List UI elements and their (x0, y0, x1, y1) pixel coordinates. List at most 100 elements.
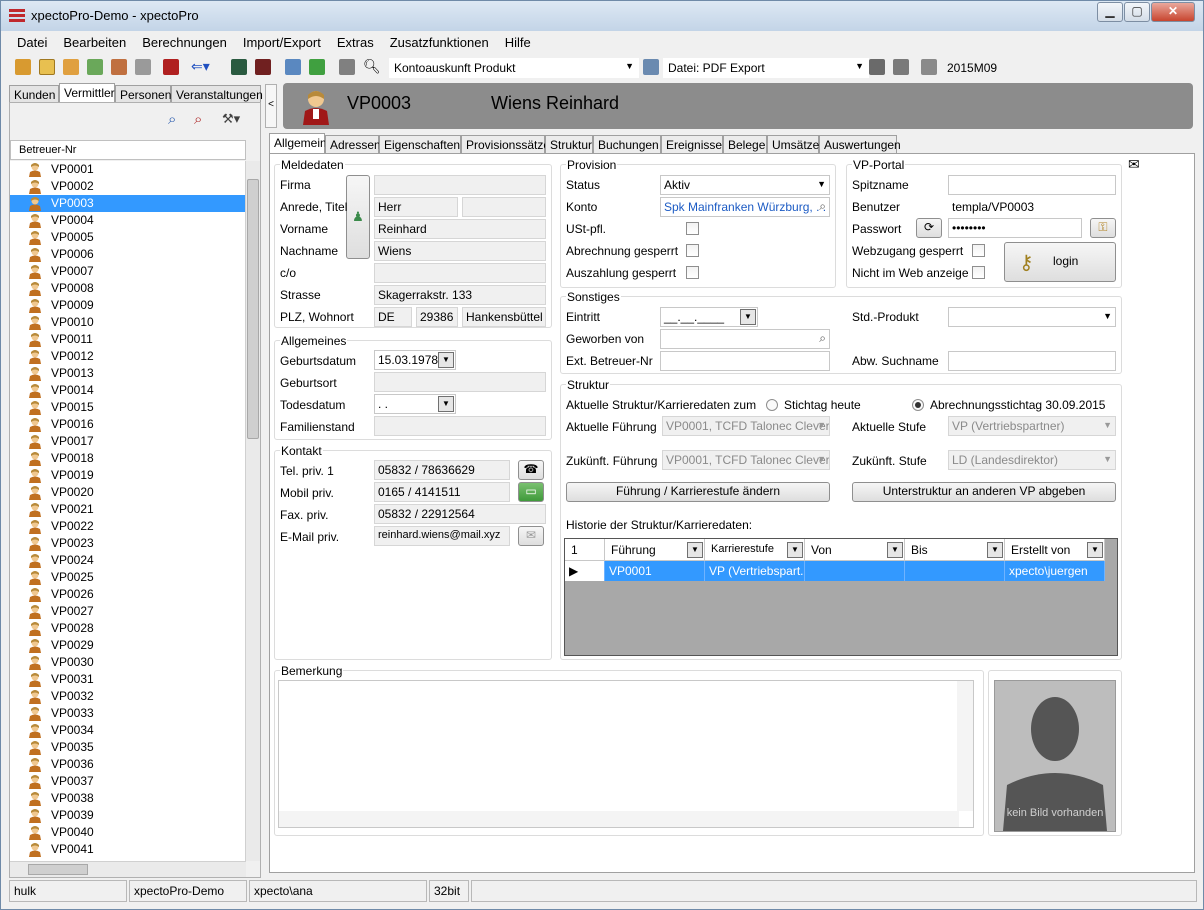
list-item[interactable]: VP0016 (10, 416, 246, 433)
tab-umsaetze[interactable]: Umsätze (767, 135, 819, 154)
list-item[interactable]: VP0011 (10, 331, 246, 348)
menu-extras[interactable]: Extras (329, 33, 382, 52)
menu-hilfe[interactable]: Hilfe (497, 33, 539, 52)
phone-icon[interactable]: ☎ (518, 460, 544, 480)
list-item[interactable]: VP0034 (10, 722, 246, 739)
clear-search-icon[interactable]: ⌕ (194, 111, 202, 128)
chevron-down-icon[interactable]: ▼ (438, 352, 454, 368)
list-item[interactable]: VP0007 (10, 263, 246, 280)
back-arrow-icon[interactable]: ⇐▾ (191, 59, 213, 75)
tools-icon[interactable]: ⚒▾ (222, 111, 240, 127)
list-item[interactable]: VP0019 (10, 467, 246, 484)
abw-suchname-field[interactable] (948, 351, 1116, 371)
ust-checkbox[interactable] (686, 222, 699, 235)
tab-auswertungen[interactable]: Auswertungen (819, 135, 901, 154)
address-book-button[interactable]: ♟ (346, 175, 370, 259)
table-header-fuehrung[interactable]: Führung ▼ (605, 539, 705, 561)
list-item[interactable]: VP0033 (10, 705, 246, 722)
tab-veranstaltungen[interactable]: Veranstaltungen (171, 85, 263, 103)
menu-zusatzfunktionen[interactable]: Zusatzfunktionen (382, 33, 497, 52)
menu-datei[interactable]: Datei (9, 33, 55, 52)
radio-abrechnungsstichtag[interactable] (912, 399, 924, 411)
list-item[interactable]: VP0028 (10, 620, 246, 637)
preview-icon[interactable] (643, 59, 659, 75)
report-select[interactable]: Kontoauskunft Produkt ▼ (389, 58, 639, 78)
eintritt-field[interactable]: __.__.____ ▼ (660, 307, 758, 327)
passwort-field[interactable]: •••••••• (948, 218, 1082, 238)
mobil-field[interactable]: 0165 / 4141511 (374, 482, 510, 502)
list-item[interactable]: VP0009 (10, 297, 246, 314)
menu-import-export[interactable]: Import/Export (235, 33, 329, 52)
list-item[interactable]: VP0008 (10, 280, 246, 297)
person-edit-icon[interactable] (87, 59, 103, 75)
table-header-bis[interactable]: Bis ▼ (905, 539, 1005, 561)
benutzer-field[interactable]: templa/VP0003 (948, 197, 1116, 217)
search-icon[interactable]: ⌕ (168, 111, 176, 128)
titel-field[interactable] (462, 197, 546, 217)
zuk-fuehrung-select[interactable]: VP0001, TCFD Talonec Clever ▼ (662, 450, 830, 470)
chart-icon[interactable] (309, 59, 325, 75)
document-icon[interactable] (39, 59, 55, 75)
h-scroll-thumb[interactable] (28, 864, 88, 875)
list-item[interactable]: VP0015 (10, 399, 246, 416)
search-icon[interactable]: ⌕ (819, 331, 826, 346)
ledger-icon[interactable] (231, 59, 247, 75)
calendar-icon[interactable] (921, 59, 937, 75)
tab-provisionssaetze[interactable]: Provisionssätze (461, 135, 550, 154)
list-item[interactable]: VP0027 (10, 603, 246, 620)
tab-struktur[interactable]: Struktur (545, 135, 593, 154)
list-item[interactable]: VP0023 (10, 535, 246, 552)
chevron-down-icon[interactable]: ▼ (740, 309, 756, 325)
filter-dropdown-icon[interactable]: ▼ (887, 542, 903, 558)
scroll-thumb[interactable] (247, 179, 259, 439)
land-field[interactable]: DE (374, 307, 412, 327)
nachname-field[interactable]: Wiens (374, 241, 546, 261)
settings-icon[interactable] (339, 59, 355, 75)
chevron-down-icon[interactable]: ▼ (438, 396, 454, 412)
list-item[interactable]: VP0001 (10, 161, 246, 178)
std-produkt-select[interactable]: ▼ (948, 307, 1116, 327)
filter-dropdown-icon[interactable]: ▼ (1087, 542, 1103, 558)
filter-dropdown-icon[interactable]: ▼ (787, 542, 803, 558)
list-item[interactable]: VP0032 (10, 688, 246, 705)
column-header[interactable]: Betreuer-Nr (10, 140, 246, 160)
table-cell[interactable]: VP0001 (605, 561, 705, 581)
list-item[interactable]: VP0029 (10, 637, 246, 654)
list-item[interactable]: VP0006 (10, 246, 246, 263)
login-button[interactable]: ⚷ login (1004, 242, 1116, 282)
generate-password-button[interactable]: ⟳ (916, 218, 942, 238)
collapse-panel-button[interactable]: < (265, 84, 277, 128)
save-icon[interactable] (135, 59, 151, 75)
table-cell[interactable]: VP (Vertriebspart... (705, 561, 805, 581)
list-item[interactable]: VP0005 (10, 229, 246, 246)
tab-belege[interactable]: Belege (723, 135, 767, 154)
akt-stufe-select[interactable]: VP (Vertriebspartner) ▼ (948, 416, 1116, 436)
close-button[interactable]: ✕ (1151, 2, 1195, 22)
bemerkung-hscroll[interactable] (279, 811, 959, 827)
search-icon[interactable]: ⌕ (819, 199, 826, 214)
geburtsort-field[interactable] (374, 372, 546, 392)
abrechnung-gesperrt-checkbox[interactable] (686, 244, 699, 257)
familienstand-field[interactable] (374, 416, 546, 436)
horizontal-scrollbar[interactable] (10, 861, 246, 877)
fax-field[interactable]: 05832 / 22912564 (374, 504, 546, 524)
mail-icon[interactable]: ✉ (518, 526, 544, 546)
tab-kunden[interactable]: Kunden (9, 85, 59, 103)
table-cell[interactable] (805, 561, 905, 581)
list-item[interactable]: VP0036 (10, 756, 246, 773)
akt-fuehrung-select[interactable]: VP0001, TCFD Talonec Clever ▼ (662, 416, 830, 436)
tab-eigenschaften[interactable]: Eigenschaften (379, 135, 461, 154)
table-cell[interactable] (905, 561, 1005, 581)
tab-personen[interactable]: Personen (115, 85, 171, 103)
list-item[interactable]: VP0039 (10, 807, 246, 824)
minimize-button[interactable]: ▁ (1097, 2, 1123, 22)
table-header-karrierestufe[interactable]: Karrierestufe ▼ (705, 539, 805, 561)
list-item[interactable]: VP0003 (10, 195, 246, 212)
print-preview-icon[interactable] (285, 59, 301, 75)
photo-placeholder[interactable]: kein Bild vorhanden (994, 680, 1116, 832)
list-item[interactable]: VP0022 (10, 518, 246, 535)
list-item[interactable]: VP0014 (10, 382, 246, 399)
bemerkung-textarea[interactable] (278, 680, 974, 828)
menu-berechnungen[interactable]: Berechnungen (134, 33, 235, 52)
list-item[interactable]: VP0031 (10, 671, 246, 688)
